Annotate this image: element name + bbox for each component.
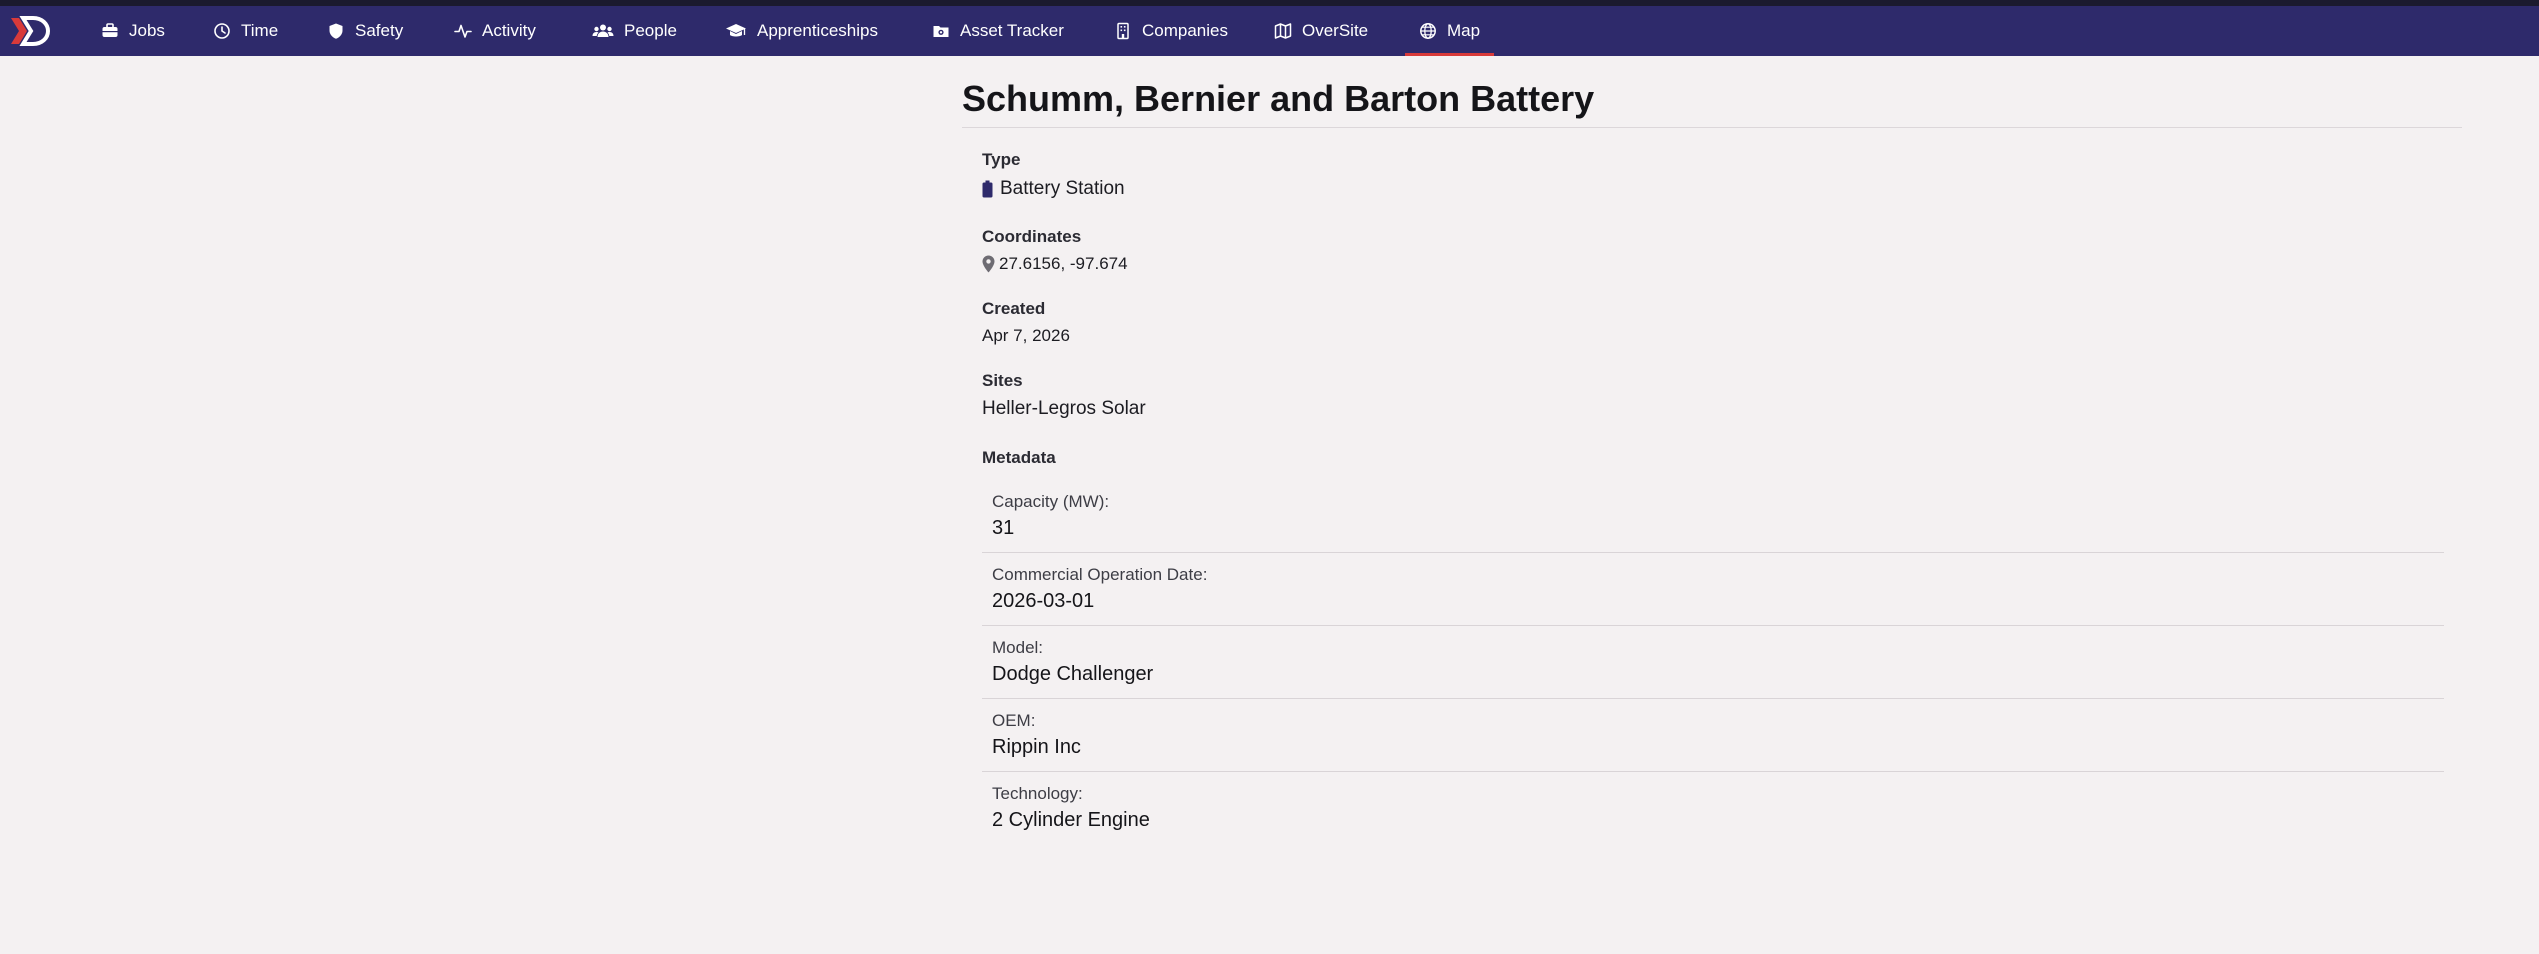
metadata-row: Technology: 2 Cylinder Engine — [982, 772, 2444, 845]
clock-icon — [213, 22, 231, 40]
nav-item-oversite[interactable]: OverSite — [1274, 6, 1368, 56]
map-pin-icon — [982, 255, 995, 273]
coordinates-value: 27.6156, -97.674 — [982, 254, 1128, 274]
nav-item-people[interactable]: People — [592, 6, 677, 56]
metadata-row: OEM: Rippin Inc — [982, 699, 2444, 772]
top-navigation-bar: Jobs Time Safety Activity People Apprent… — [0, 6, 2539, 56]
nav-item-asset-tracker[interactable]: Asset Tracker — [932, 6, 1064, 56]
nav-item-label: Jobs — [129, 21, 165, 40]
nav-item-jobs[interactable]: Jobs — [101, 6, 165, 56]
shield-icon — [327, 22, 345, 40]
metadata-value: 31 — [992, 517, 1015, 539]
created-value: Apr 7, 2026 — [982, 326, 1070, 345]
building-icon — [1114, 22, 1132, 40]
metadata-value: 2 Cylinder Engine — [992, 809, 1150, 831]
metadata-key: Capacity (MW): — [992, 492, 1110, 511]
type-value: Battery Station — [982, 178, 1125, 200]
nav-item-companies[interactable]: Companies — [1114, 6, 1228, 56]
nav-item-label: Apprenticeships — [757, 21, 878, 40]
metadata-key: OEM: — [992, 711, 1036, 730]
type-label: Type — [982, 150, 1021, 169]
users-icon — [592, 22, 614, 40]
coordinates-label: Coordinates — [982, 227, 1082, 246]
metadata-value: Dodge Challenger — [992, 663, 1154, 685]
battery-icon — [982, 180, 993, 198]
nav-item-map[interactable]: Map — [1404, 6, 1495, 56]
nav-item-label: Activity — [482, 21, 536, 40]
nav-item-apprenticeships[interactable]: Apprenticeships — [725, 6, 878, 56]
sites-label: Sites — [982, 371, 1023, 390]
globe-icon — [1419, 22, 1437, 40]
app-logo-icon[interactable] — [9, 15, 51, 47]
nav-item-label: Map — [1447, 21, 1481, 40]
nav-item-label: People — [624, 21, 677, 40]
metadata-row: Capacity (MW): 31 — [982, 480, 2444, 553]
nav-item-label: OverSite — [1302, 21, 1369, 40]
briefcase-icon — [101, 22, 119, 40]
metadata-row: Commercial Operation Date: 2026-03-01 — [982, 553, 2444, 626]
metadata-label: Metadata — [982, 448, 1056, 467]
nav-item-label: Asset Tracker — [960, 21, 1064, 40]
title-divider — [962, 127, 2462, 128]
nav-item-safety[interactable]: Safety — [327, 6, 403, 56]
metadata-key: Commercial Operation Date: — [992, 565, 1208, 584]
map-fold-icon — [1274, 22, 1292, 40]
nav-item-label: Safety — [355, 21, 404, 40]
sites-value[interactable]: Heller-Legros Solar — [982, 398, 1146, 420]
nav-item-label: Companies — [1142, 21, 1228, 40]
graduation-cap-icon — [725, 22, 747, 40]
coordinates-value-text: 27.6156, -97.674 — [999, 254, 1128, 273]
metadata-list: Capacity (MW): 31 Commercial Operation D… — [982, 480, 2444, 845]
type-value-text: Battery Station — [1000, 178, 1125, 199]
metadata-value: 2026-03-01 — [992, 590, 1095, 612]
metadata-key: Technology: — [992, 784, 1083, 803]
metadata-key: Model: — [992, 638, 1044, 657]
pulse-icon — [454, 22, 472, 40]
page-title: Schumm, Bernier and Barton Battery — [962, 78, 1595, 119]
metadata-value: Rippin Inc — [992, 736, 1081, 758]
nav-item-time[interactable]: Time — [213, 6, 278, 56]
created-label: Created — [982, 299, 1046, 318]
camera-folder-icon — [932, 22, 950, 40]
nav-item-activity[interactable]: Activity — [454, 6, 536, 56]
asset-detail-panel: Schumm, Bernier and Barton Battery Type … — [962, 56, 2462, 831]
metadata-row: Model: Dodge Challenger — [982, 626, 2444, 699]
nav-item-label: Time — [241, 21, 279, 40]
